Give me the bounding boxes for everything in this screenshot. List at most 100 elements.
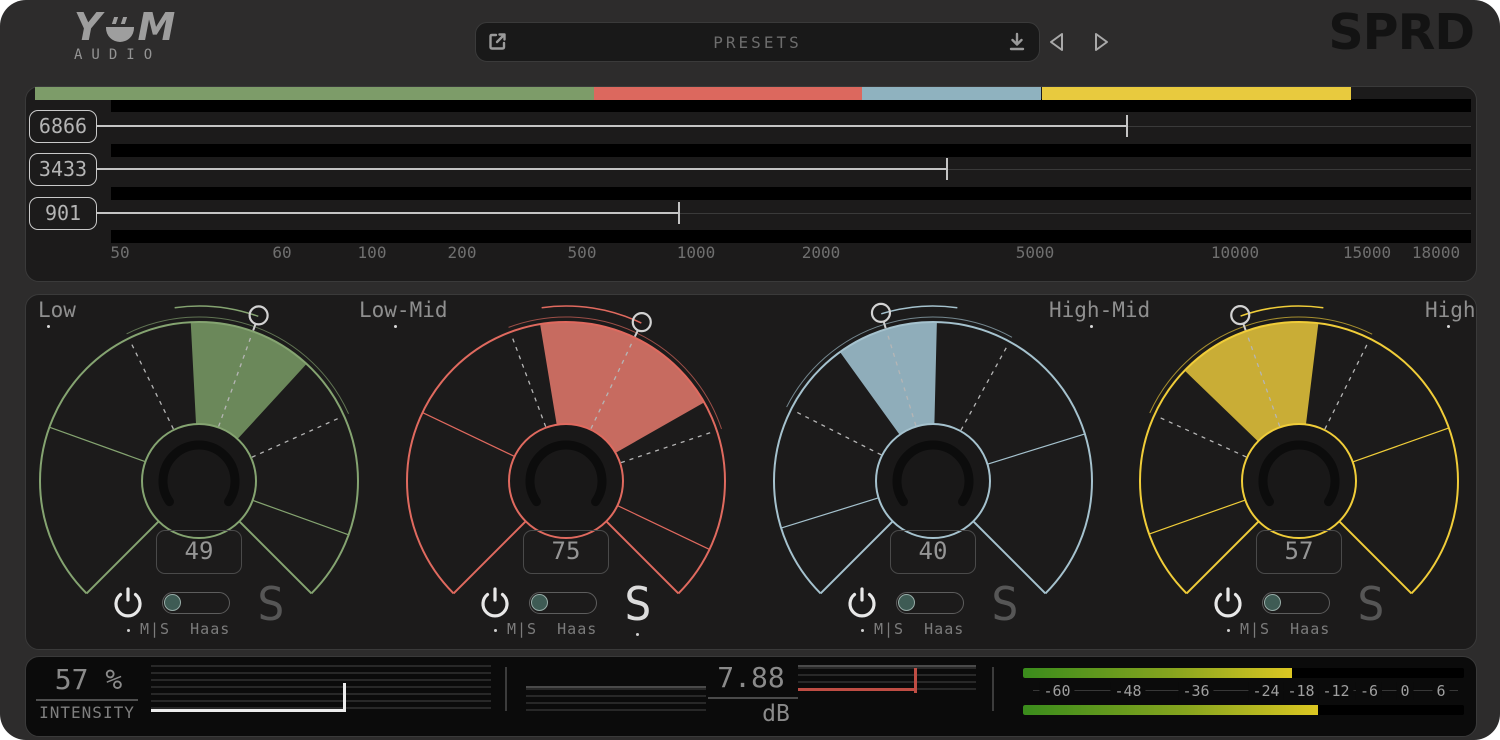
intensity-value[interactable]: 57 % — [41, 663, 136, 696]
preset-bar[interactable]: PRESETS — [475, 22, 1040, 62]
solo-button-low-mid[interactable]: S — [618, 581, 658, 627]
frequency-band-fill-low-mid — [594, 87, 862, 100]
next-preset-button[interactable] — [1086, 28, 1116, 56]
meter-scale-label: -12 — [1318, 682, 1353, 700]
gain-slider-level — [798, 688, 915, 691]
toggle-thumb — [164, 594, 181, 611]
crossover-frequency-low[interactable]: 901 — [29, 197, 97, 230]
yum-audio-logo: Y M AUDIO — [74, 10, 175, 63]
ms-haas-label-low: M|S Haas — [140, 620, 230, 638]
meter-scale-line — [1033, 690, 1458, 691]
crossover-frequency-high[interactable]: 6866 — [29, 110, 97, 143]
axis-tick-label: 200 — [448, 243, 477, 262]
meter-scale-label: 6 — [1432, 682, 1449, 700]
gain-value[interactable]: 7.88 — [691, 661, 811, 694]
spread-value-high[interactable]: 57 — [1256, 530, 1342, 574]
meter-bar-right — [1023, 705, 1464, 715]
frequency-band-track-high — [111, 99, 1471, 112]
crossover-line-faint-high — [1127, 126, 1471, 127]
ms-haas-toggle-low-mid[interactable] — [529, 592, 597, 614]
axis-tick-label: 50 — [110, 243, 129, 262]
band-indicator-dot-low-mid — [394, 325, 397, 328]
intensity-slider[interactable] — [151, 665, 491, 712]
axis-tick-label: 500 — [568, 243, 597, 262]
crossover-handle-low[interactable] — [678, 202, 680, 224]
ms-haas-toggle-low[interactable] — [162, 592, 230, 614]
axis-tick-label: 60 — [272, 243, 291, 262]
axis-tick-label: 15000 — [1343, 243, 1391, 262]
preset-name-display[interactable]: PRESETS — [520, 33, 995, 52]
crossover-line-low[interactable] — [97, 212, 679, 214]
spread-value-low-mid[interactable]: 75 — [523, 530, 609, 574]
meter-bar-left — [1023, 668, 1464, 678]
ms-haas-toggle-high-mid[interactable] — [896, 592, 964, 614]
power-button-low[interactable] — [111, 587, 145, 621]
meter-scale-label: -60 — [1039, 682, 1074, 700]
divider — [992, 667, 994, 711]
output-meter: -60-48-36-24-18-12-606 — [1023, 657, 1464, 721]
meter-scale-label: -24 — [1248, 682, 1283, 700]
axis-tick-label: 5000 — [1016, 243, 1055, 262]
spread-handle[interactable] — [872, 304, 890, 322]
meter-fill-left — [1023, 668, 1292, 678]
meter-scale-label: -18 — [1283, 682, 1318, 700]
gain-slider[interactable] — [798, 665, 976, 691]
solo-button-low[interactable]: S — [251, 581, 291, 627]
divider — [505, 667, 507, 711]
power-button-low-mid[interactable] — [478, 587, 512, 621]
plugin-window: Y M AUDIO PRESETS SPRD 68 — [0, 0, 1500, 740]
spread-handle[interactable] — [1231, 306, 1249, 324]
spectrum-panel: 6866343390150601002005001000200050001000… — [25, 86, 1477, 282]
crossover-line-faint-mid — [947, 169, 1471, 170]
toggle-thumb — [531, 594, 548, 611]
gain-slider-handle[interactable] — [914, 668, 917, 693]
gain-unit-label: dB — [726, 701, 826, 727]
spread-value-high-mid[interactable]: 40 — [890, 530, 976, 574]
band-indicator-dot-high-mid — [1090, 325, 1093, 328]
mix-slider[interactable] — [526, 686, 706, 712]
spread-value-low[interactable]: 49 — [156, 530, 242, 574]
crossover-line-high[interactable] — [97, 125, 1127, 127]
intensity-slider-handle[interactable] — [343, 683, 346, 712]
spread-wedge — [191, 322, 307, 439]
axis-tick-label: 100 — [358, 243, 387, 262]
brand-letter-y: Y — [74, 10, 102, 44]
axis-tick-label: 2000 — [802, 243, 841, 262]
band-label-high: High — [1425, 298, 1476, 322]
share-icon[interactable] — [476, 31, 520, 53]
intensity-label: INTENSITY — [36, 703, 138, 722]
brand-letter-m: M — [138, 10, 176, 44]
crossover-handle-high[interactable] — [1126, 115, 1128, 137]
frequency-band-track-low-mid — [111, 187, 1471, 200]
meter-scale-label: -6 — [1356, 682, 1382, 700]
band-label-high-mid: High-Mid — [1049, 298, 1150, 322]
toggle-thumb — [898, 594, 915, 611]
toggle-thumb — [1264, 594, 1281, 611]
ms-haas-toggle-high[interactable] — [1262, 592, 1330, 614]
frequency-band-fill-low — [35, 87, 594, 100]
divider — [708, 697, 798, 699]
meter-scale-label: -48 — [1110, 682, 1145, 700]
divider — [36, 699, 138, 701]
solo-button-high[interactable]: S — [1351, 581, 1391, 627]
spread-handle[interactable] — [633, 313, 651, 331]
spread-handle[interactable] — [250, 306, 268, 324]
crossover-line-mid[interactable] — [97, 168, 947, 170]
crossover-handle-mid[interactable] — [946, 158, 948, 180]
axis-tick-label: 18000 — [1412, 243, 1460, 262]
power-button-high-mid[interactable] — [845, 587, 879, 621]
band-label-low: Low — [38, 298, 76, 322]
footer-bar: 57 % INTENSITY 7.88 dB -60-48-36-24-18-1… — [25, 656, 1477, 737]
meter-scale-label: -36 — [1178, 682, 1213, 700]
meter-fill-right — [1023, 705, 1318, 715]
meter-scale-label: 0 — [1396, 682, 1413, 700]
ms-haas-label-high-mid: M|S Haas — [874, 620, 964, 638]
download-icon[interactable] — [995, 31, 1039, 53]
frequency-band-track-low — [111, 230, 1471, 243]
crossover-frequency-mid[interactable]: 3433 — [29, 153, 97, 186]
crossover-line-faint-low — [679, 213, 1471, 214]
brand-subtitle: AUDIO — [74, 47, 175, 63]
power-button-high[interactable] — [1211, 587, 1245, 621]
solo-button-high-mid[interactable]: S — [985, 581, 1025, 627]
previous-preset-button[interactable] — [1042, 28, 1072, 56]
